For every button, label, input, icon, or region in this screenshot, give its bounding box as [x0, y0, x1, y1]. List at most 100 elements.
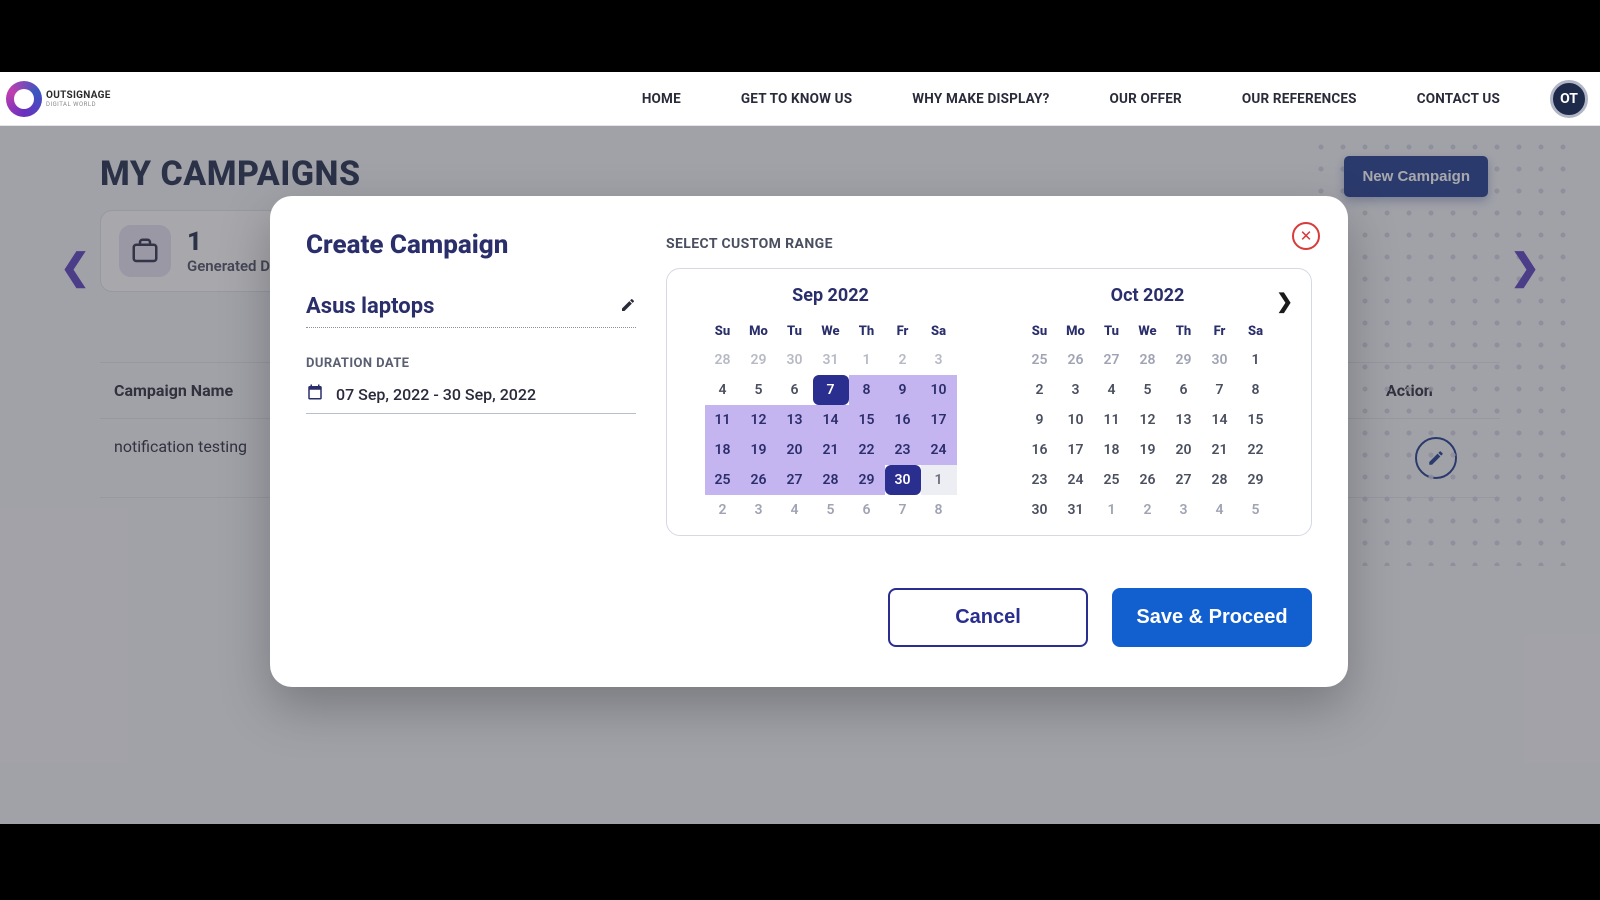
calendar-day[interactable]: 27 — [1094, 345, 1130, 375]
calendar-day[interactable]: 29 — [1238, 465, 1274, 495]
calendar-day[interactable]: 30 — [1022, 495, 1058, 525]
calendar-day[interactable]: 17 — [1058, 435, 1094, 465]
calendar-day[interactable]: 16 — [885, 405, 921, 435]
calendar-day[interactable]: 2 — [1022, 375, 1058, 405]
calendar-day[interactable]: 23 — [885, 435, 921, 465]
calendar-day[interactable]: 30 — [1202, 345, 1238, 375]
calendar-day[interactable]: 4 — [1094, 375, 1130, 405]
calendar-day[interactable]: 3 — [1058, 375, 1094, 405]
calendar-day[interactable]: 7 — [885, 495, 921, 525]
calendar-day[interactable]: 3 — [1166, 495, 1202, 525]
calendar-day[interactable]: 28 — [813, 465, 849, 495]
dow-label: Su — [1022, 318, 1058, 345]
calendar-day[interactable]: 26 — [1130, 465, 1166, 495]
calendar-day[interactable]: 20 — [777, 435, 813, 465]
calendar-day[interactable]: 30 — [777, 345, 813, 375]
calendar-day[interactable]: 2 — [705, 495, 741, 525]
calendar-day[interactable]: 4 — [777, 495, 813, 525]
calendar-day[interactable]: 5 — [1130, 375, 1166, 405]
calendar-day[interactable]: 20 — [1166, 435, 1202, 465]
calendar-day[interactable]: 8 — [921, 495, 957, 525]
edit-name-button[interactable] — [620, 297, 636, 317]
calendar-day[interactable]: 6 — [849, 495, 885, 525]
calendar-day[interactable]: 5 — [1238, 495, 1274, 525]
calendar-day[interactable]: 31 — [1058, 495, 1094, 525]
calendar-day[interactable]: 25 — [1022, 345, 1058, 375]
calendar-day[interactable]: 10 — [1058, 405, 1094, 435]
calendar-day[interactable]: 1 — [921, 465, 957, 495]
calendar-day[interactable]: 24 — [1058, 465, 1094, 495]
nav-offer[interactable]: OUR OFFER — [1110, 91, 1182, 107]
calendar-day[interactable]: 12 — [741, 405, 777, 435]
calendar-day[interactable]: 27 — [777, 465, 813, 495]
calendar-day[interactable]: 16 — [1022, 435, 1058, 465]
dow-label: Sa — [1238, 318, 1274, 345]
user-avatar[interactable]: OT — [1550, 80, 1588, 118]
calendar-day[interactable]: 15 — [849, 405, 885, 435]
calendar-day[interactable]: 7 — [813, 375, 849, 405]
calendar-day[interactable]: 3 — [921, 345, 957, 375]
duration-date-field[interactable]: 07 Sep, 2022 - 30 Sep, 2022 — [306, 383, 636, 414]
calendar-day[interactable]: 15 — [1238, 405, 1274, 435]
calendar-day[interactable]: 21 — [813, 435, 849, 465]
calendar-day[interactable]: 5 — [741, 375, 777, 405]
save-proceed-button[interactable]: Save & Proceed — [1112, 588, 1312, 647]
next-month-button[interactable]: ❯ — [1276, 289, 1293, 313]
nav-home[interactable]: HOME — [642, 91, 681, 107]
calendar-day[interactable]: 4 — [1202, 495, 1238, 525]
calendar-day[interactable]: 26 — [741, 465, 777, 495]
modal-close-button[interactable]: ✕ — [1292, 222, 1320, 250]
calendar-day[interactable]: 29 — [1166, 345, 1202, 375]
calendar-day[interactable]: 9 — [1022, 405, 1058, 435]
calendar-day[interactable]: 19 — [741, 435, 777, 465]
calendar-day[interactable]: 25 — [705, 465, 741, 495]
calendar-day[interactable]: 24 — [921, 435, 957, 465]
calendar-day[interactable]: 31 — [813, 345, 849, 375]
calendar-day[interactable]: 29 — [849, 465, 885, 495]
calendar-day[interactable]: 12 — [1130, 405, 1166, 435]
campaign-name-field[interactable]: Asus laptops — [306, 290, 636, 328]
calendar-day[interactable]: 1 — [1238, 345, 1274, 375]
calendar-day[interactable]: 30 — [885, 465, 921, 495]
calendar-day[interactable]: 25 — [1094, 465, 1130, 495]
nav-about[interactable]: GET TO KNOW US — [741, 91, 852, 107]
calendar-day[interactable]: 23 — [1022, 465, 1058, 495]
calendar-day[interactable]: 14 — [1202, 405, 1238, 435]
calendar-day[interactable]: 7 — [1202, 375, 1238, 405]
calendar-day[interactable]: 4 — [705, 375, 741, 405]
calendar-day[interactable]: 26 — [1058, 345, 1094, 375]
calendar-day[interactable]: 6 — [777, 375, 813, 405]
calendar-day[interactable]: 1 — [849, 345, 885, 375]
calendar-day[interactable]: 19 — [1130, 435, 1166, 465]
calendar-day[interactable]: 10 — [921, 375, 957, 405]
calendar-day[interactable]: 28 — [1130, 345, 1166, 375]
calendar-day[interactable]: 9 — [885, 375, 921, 405]
calendar-day[interactable]: 11 — [1094, 405, 1130, 435]
cancel-button[interactable]: Cancel — [888, 588, 1088, 647]
calendar-day[interactable]: 29 — [741, 345, 777, 375]
calendar-day[interactable]: 28 — [1202, 465, 1238, 495]
nav-why[interactable]: WHY MAKE DISPLAY? — [912, 91, 1049, 107]
calendar-day[interactable]: 8 — [849, 375, 885, 405]
calendar-day[interactable]: 18 — [705, 435, 741, 465]
calendar-day[interactable]: 14 — [813, 405, 849, 435]
calendar-day[interactable]: 21 — [1202, 435, 1238, 465]
calendar-day[interactable]: 22 — [1238, 435, 1274, 465]
calendar-day[interactable]: 28 — [705, 345, 741, 375]
calendar-day[interactable]: 13 — [777, 405, 813, 435]
calendar-day[interactable]: 27 — [1166, 465, 1202, 495]
calendar-day[interactable]: 18 — [1094, 435, 1130, 465]
calendar-day[interactable]: 17 — [921, 405, 957, 435]
calendar-day[interactable]: 22 — [849, 435, 885, 465]
calendar-day[interactable]: 6 — [1166, 375, 1202, 405]
calendar-day[interactable]: 3 — [741, 495, 777, 525]
calendar-day[interactable]: 11 — [705, 405, 741, 435]
calendar-day[interactable]: 1 — [1094, 495, 1130, 525]
calendar-day[interactable]: 2 — [1130, 495, 1166, 525]
calendar-day[interactable]: 5 — [813, 495, 849, 525]
calendar-day[interactable]: 13 — [1166, 405, 1202, 435]
nav-contact[interactable]: CONTACT US — [1417, 91, 1500, 107]
calendar-day[interactable]: 8 — [1238, 375, 1274, 405]
nav-references[interactable]: OUR REFERENCES — [1242, 91, 1357, 107]
calendar-day[interactable]: 2 — [885, 345, 921, 375]
